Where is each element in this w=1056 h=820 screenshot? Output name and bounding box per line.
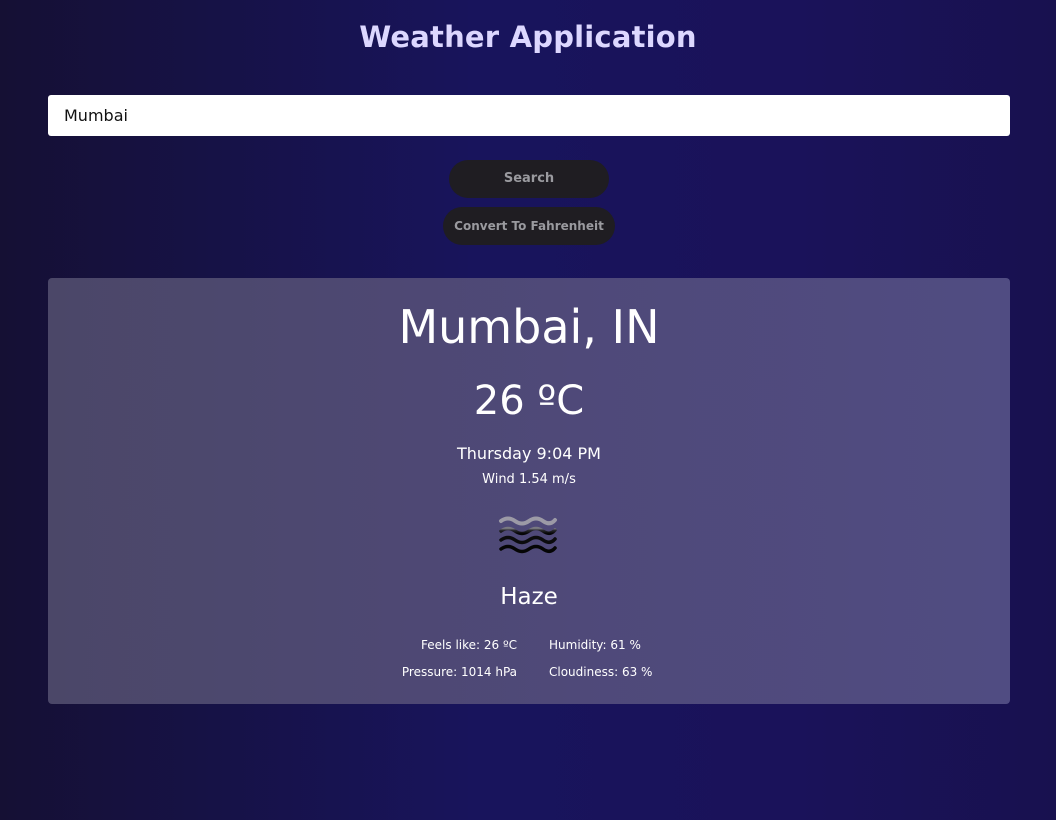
city-search-input[interactable] (48, 95, 1010, 136)
app-title: Weather Application (359, 20, 697, 54)
weather-card: Mumbai, IN 26 ºC Thursday 9:04 PM Wind 1… (48, 278, 1010, 704)
cloudiness: Cloudiness: 63 % (549, 665, 653, 679)
humidity: Humidity: 61 % (549, 638, 641, 652)
convert-to-fahrenheit-button[interactable]: Convert To Fahrenheit (443, 207, 615, 245)
pressure: Pressure: 1014 hPa (401, 665, 517, 679)
date-time: Thursday 9:04 PM (457, 444, 601, 463)
weather-description: Haze (500, 584, 558, 610)
wind-speed: Wind 1.54 m/s (482, 472, 576, 487)
feels-like: Feels like: 26 ºC (421, 638, 517, 652)
search-button[interactable]: Search (449, 160, 609, 198)
location-name: Mumbai, IN (398, 300, 660, 354)
temperature: 26 ºC (473, 378, 585, 424)
haze-icon (499, 516, 557, 554)
